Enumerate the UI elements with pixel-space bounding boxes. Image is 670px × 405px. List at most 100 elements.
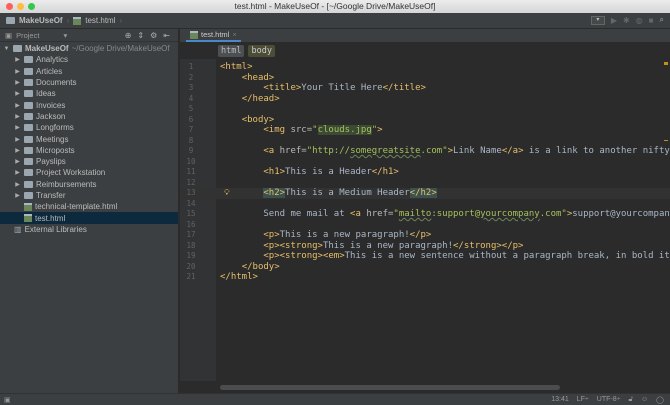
expand-arrow-icon[interactable]: ▶ — [14, 56, 21, 63]
expand-arrow-icon[interactable]: ▶ — [14, 169, 21, 176]
code-line[interactable]: 5 — [180, 104, 670, 115]
horizontal-scrollbar[interactable] — [220, 385, 560, 390]
code-line[interactable]: 18 <p><strong>This is a new paragraph!</… — [180, 241, 670, 252]
zoom-window-button[interactable] — [28, 3, 35, 10]
debug-icon[interactable]: ✱ — [623, 16, 630, 25]
tree-file[interactable]: test.html — [0, 212, 178, 224]
tree-folder[interactable]: ▶ Meetings — [0, 133, 178, 144]
code-line[interactable]: 12 — [180, 178, 670, 189]
project-view-selector[interactable]: Project — [16, 31, 39, 40]
caret-position[interactable]: 13:41 — [551, 396, 569, 403]
close-tab-icon[interactable]: × — [232, 30, 236, 39]
nav-project[interactable]: MakeUseOf — [19, 16, 63, 25]
tree-root[interactable]: ▼ MakeUseOf ~/Google Drive/MakeUseOf — [0, 43, 178, 54]
lock-icon[interactable]: 🔓︎ — [628, 396, 633, 404]
stop-icon[interactable]: ■ — [649, 16, 654, 25]
file-label: test.html — [35, 213, 66, 223]
tab-test-html[interactable]: test.html × — [186, 29, 241, 42]
code-line[interactable]: 11 <h1>This is a Header</h1> — [180, 167, 670, 178]
tree-folder[interactable]: ▶ Project Workstation — [0, 167, 178, 178]
expand-arrow-icon[interactable]: ▶ — [14, 113, 21, 120]
coverage-icon[interactable]: ◍ — [636, 16, 643, 25]
expand-arrow-icon[interactable]: ▶ — [14, 136, 21, 143]
hide-icon[interactable]: ⇤ — [163, 31, 170, 40]
expand-arrow-icon[interactable]: ▼ — [3, 46, 10, 52]
locate-icon[interactable]: ⊕ — [125, 31, 132, 40]
encoding[interactable]: UTF-8÷ — [597, 396, 621, 403]
code-line[interactable]: 4 </head> — [180, 94, 670, 105]
code-line[interactable]: 20 </body> — [180, 262, 670, 273]
tree-file[interactable]: technical-template.html — [0, 201, 178, 212]
status-toggle-icon[interactable]: ▣ — [4, 396, 11, 404]
tree-folder[interactable]: ▶ Payslips — [0, 156, 178, 167]
expand-arrow-icon[interactable]: ▶ — [14, 147, 21, 154]
code-line[interactable]: 7 <img src="clouds.jpg"> — [180, 125, 670, 136]
expand-arrow-icon[interactable]: ▶ — [14, 124, 21, 131]
expand-arrow-icon[interactable]: ▶ — [14, 90, 21, 97]
nav-file[interactable]: test.html — [85, 16, 115, 25]
code-line[interactable]: 15 Send me mail at <a href="mailto:suppo… — [180, 209, 670, 220]
code-line[interactable]: 3 <title>Your Title Here</title> — [180, 83, 670, 94]
line-number: 17 — [186, 230, 196, 239]
line-number: 13 — [186, 188, 196, 197]
code-line[interactable]: 8 — [180, 136, 670, 147]
tag-breadcrumbs: html body — [180, 42, 670, 59]
tree-folder[interactable]: ▶ Jackson — [0, 111, 178, 122]
code-line[interactable]: 10 — [180, 157, 670, 168]
code-line[interactable]: 9 <a href="http://somegreatsite.com">Lin… — [180, 146, 670, 157]
code-editor[interactable]: 1 <html> 2 <head> 3 <title>Your Title Here<… — [180, 62, 670, 283]
expand-arrow-icon[interactable]: ▶ — [14, 158, 21, 165]
code-line[interactable]: 17 <p>This is a new paragraph!</p> — [180, 230, 670, 241]
inspector-icon[interactable]: ☺ — [641, 396, 648, 403]
tree-folder[interactable]: ▶ Longforms — [0, 122, 178, 133]
tree-folder[interactable]: ▶ Invoices — [0, 99, 178, 110]
line-text: <html> — [220, 62, 253, 73]
run-config-dropdown[interactable]: ▾ — [590, 15, 605, 25]
window-title: test.html - MakeUseOf - [~/Google Drive/… — [234, 1, 436, 11]
expand-arrow-icon[interactable]: ▶ — [14, 181, 21, 188]
expand-arrow-icon[interactable]: ▶ — [14, 192, 21, 199]
code-line[interactable]: 16 — [180, 220, 670, 231]
tree-folder[interactable]: ▶ Transfer — [0, 190, 178, 201]
code-token: This is a Medium Header — [285, 188, 410, 198]
line-number: 11 — [186, 167, 196, 176]
folder-icon — [24, 146, 33, 154]
minimize-window-button[interactable] — [17, 3, 24, 10]
editor-tab-bar: test.html × — [180, 29, 670, 42]
code-line[interactable]: 1 <html> — [180, 62, 670, 73]
crumb-body[interactable]: body — [248, 44, 275, 57]
close-window-button[interactable] — [6, 3, 13, 10]
collapse-icon[interactable]: ⇕ — [137, 31, 144, 40]
project-panel: ▣ Project ▾ ⊕ ⇕ ⚙ ⇤ ▼ MakeUseOf ~/Google Dri… — [0, 29, 179, 393]
expand-arrow-icon[interactable]: ▶ — [14, 79, 21, 86]
tree-folder[interactable]: ▶ Microposts — [0, 145, 178, 156]
tree-folder[interactable]: ▶ Analytics — [0, 54, 178, 65]
tree-folder[interactable]: ▶ Documents — [0, 77, 178, 88]
code-line[interactable]: 6 <body> — [180, 115, 670, 126]
line-separator[interactable]: LF÷ — [577, 396, 589, 403]
code-line[interactable]: 19 <p><strong><em>This is a new sentence… — [180, 251, 670, 262]
code-token: <title> — [263, 83, 302, 93]
search-icon[interactable]: ⌕ — [660, 15, 664, 25]
expand-arrow-icon[interactable]: ▶ — [14, 68, 21, 75]
run-icon[interactable]: ▶ — [611, 16, 617, 25]
code-line[interactable]: 2 <head> — [180, 73, 670, 84]
event-log-icon[interactable]: ◯ — [656, 396, 664, 404]
expand-arrow-icon[interactable]: ▶ — [14, 102, 21, 109]
tree-folder[interactable]: ▶ Reimbursements — [0, 179, 178, 190]
folder-icon — [24, 180, 33, 188]
code-line[interactable]: 21 </html> — [180, 272, 670, 283]
folder-icon — [24, 67, 33, 75]
tree-folder[interactable]: ▶ Ideas — [0, 88, 178, 99]
line-number: 2 — [188, 72, 194, 82]
crumb-html[interactable]: html — [218, 44, 245, 57]
error-stripe-mark[interactable] — [664, 140, 668, 141]
settings-icon[interactable]: ⚙ — [150, 31, 157, 40]
code-line[interactable]: 14 — [180, 199, 670, 210]
tree-external-libraries[interactable]: ▥ External Libraries — [0, 224, 178, 235]
tree-folder[interactable]: ▶ Articles — [0, 66, 178, 77]
code-line[interactable]: 13 💡︎ <h2>This is a Medium Header</h2> — [180, 188, 670, 199]
project-view-icon: ▣ — [5, 30, 13, 40]
warning-marker[interactable] — [664, 62, 668, 65]
